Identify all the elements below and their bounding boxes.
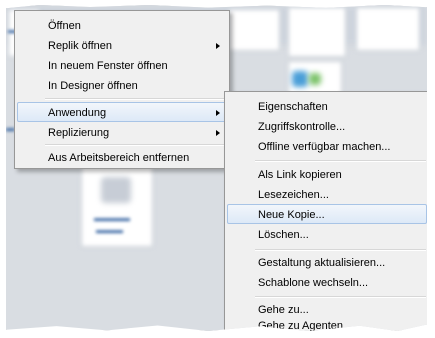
menu-item-lesezeichen[interactable]: Lesezeichen... xyxy=(227,184,427,204)
menu-item-label: Löschen... xyxy=(258,229,309,241)
menu-separator xyxy=(45,98,226,100)
context-menu: Öffnen Replik öffnen In neuem Fenster öf… xyxy=(14,10,230,169)
menu-item-label: Neue Kopie... xyxy=(258,209,325,221)
menu-item-in-neuem-fenster-oeffnen[interactable]: In neuem Fenster öffnen xyxy=(17,55,227,75)
menu-item-in-designer-oeffnen[interactable]: In Designer öffnen xyxy=(17,75,227,95)
menu-item-label: Als Link kopieren xyxy=(258,169,342,181)
database-icon xyxy=(101,177,131,203)
menu-separator xyxy=(255,296,426,298)
screenshot-frame: ▬ ▬▬▬▬ ▬▬▬ ▬ Öffnen Replik öffnen In neu… xyxy=(6,5,427,331)
menu-item-gestaltung-aktualisieren[interactable]: Gestaltung aktualisieren... xyxy=(227,252,427,272)
menu-item-loeschen[interactable]: Löschen... xyxy=(227,224,427,244)
submenu-arrow-icon xyxy=(216,130,220,136)
menu-separator xyxy=(255,160,426,162)
menu-item-anwendung[interactable]: Anwendung xyxy=(17,102,227,122)
menu-item-schablone-wechseln[interactable]: Schablone wechseln... xyxy=(227,272,427,292)
app-icon xyxy=(309,73,321,85)
menu-item-label: In neuem Fenster öffnen xyxy=(48,60,168,72)
workspace-tile-caption: ▬▬▬ xyxy=(96,225,123,235)
menu-item-label: Zugriffskontrolle... xyxy=(258,121,346,133)
anwendung-submenu: Eigenschaften Zugriffskontrolle... Offli… xyxy=(224,91,427,331)
menu-item-offline-verfuegbar-machen[interactable]: Offline verfügbar machen... xyxy=(227,136,427,156)
submenu-arrow-icon xyxy=(216,43,220,49)
menu-separator xyxy=(255,249,426,251)
menu-item-neue-kopie[interactable]: Neue Kopie... xyxy=(227,204,427,224)
menu-item-label: In Designer öffnen xyxy=(48,80,138,92)
menu-item-label: Eigenschaften xyxy=(258,101,328,113)
submenu-arrow-icon xyxy=(216,110,220,116)
menu-separator xyxy=(45,144,226,146)
menu-item-zugriffskontrolle[interactable]: Zugriffskontrolle... xyxy=(227,116,427,136)
menu-item-label: Gestaltung aktualisieren... xyxy=(258,257,386,269)
workspace-tile-caption: ▬▬▬▬ xyxy=(94,213,130,223)
menu-item-label: Offline verfügbar machen... xyxy=(258,141,391,153)
menu-item-label: Gehe zu Agenten xyxy=(258,320,344,331)
menu-item-eigenschaften[interactable]: Eigenschaften xyxy=(227,96,427,116)
menu-item-replik-oeffnen[interactable]: Replik öffnen xyxy=(17,35,227,55)
menu-item-label: Aus Arbeitsbereich entfernen xyxy=(48,152,190,164)
menu-item-aus-arbeitsbereich-entfernen[interactable]: Aus Arbeitsbereich entfernen xyxy=(17,147,227,167)
workspace-tile[interactable] xyxy=(356,7,420,51)
workspace-tile[interactable] xyxy=(228,9,280,51)
menu-item-label: Schablone wechseln... xyxy=(258,277,369,289)
menu-item-label: Replizierung xyxy=(48,127,110,139)
menu-item-replizierung[interactable]: Replizierung xyxy=(17,122,227,142)
menu-item-label: Anwendung xyxy=(48,107,107,119)
menu-item-label: Öffnen xyxy=(48,20,81,32)
menu-item-label: Replik öffnen xyxy=(48,40,113,52)
menu-item-oeffnen[interactable]: Öffnen xyxy=(17,15,227,35)
workspace-tile[interactable] xyxy=(288,7,346,57)
app-icon xyxy=(292,71,308,87)
menu-item-als-link-kopieren[interactable]: Als Link kopieren xyxy=(227,164,427,184)
menu-item-gehe-zu-agenten[interactable]: Gehe zu Agenten xyxy=(227,319,427,331)
menu-item-label: Lesezeichen... xyxy=(258,189,329,201)
